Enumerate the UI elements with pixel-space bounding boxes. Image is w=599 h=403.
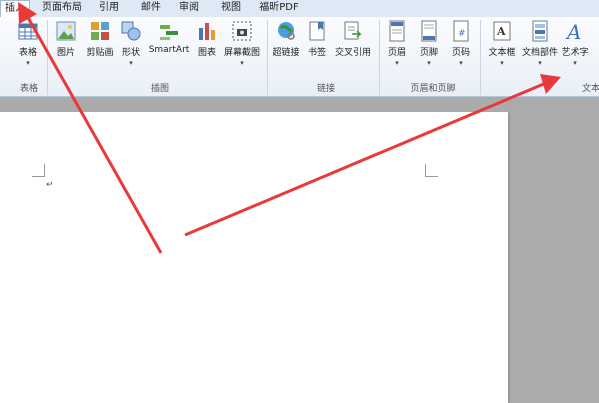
tab-foxit-pdf[interactable]: 福昕PDF xyxy=(256,0,302,17)
page-number-button-label: 页码 xyxy=(451,48,470,58)
wordart-button[interactable]: A 艺术字 ▾ xyxy=(560,20,590,67)
header-button[interactable]: 页眉 ▾ xyxy=(384,20,410,67)
group-label-header-footer: 页眉和页脚 xyxy=(410,84,456,94)
screenshot-button[interactable]: 屏幕截图 ▾ xyxy=(222,20,262,67)
margin-corner-top-left xyxy=(32,164,45,177)
group-separator xyxy=(47,20,48,95)
wordart-icon: A xyxy=(564,20,586,44)
picture-icon xyxy=(55,20,77,42)
quick-parts-button[interactable]: 文档部件 ▾ xyxy=(520,20,560,67)
tab-mailings[interactable]: 邮件 xyxy=(138,0,164,17)
picture-button-label: 图片 xyxy=(56,48,75,58)
group-label-tables: 表格 xyxy=(19,84,38,94)
group-separator xyxy=(480,20,481,95)
footer-button[interactable]: 页脚 ▾ xyxy=(416,20,442,67)
shapes-icon xyxy=(120,20,142,42)
chevron-down-icon: ▾ xyxy=(395,59,399,67)
text-box-button[interactable]: A 文本框 ▾ xyxy=(485,20,519,67)
group-label-illustrations: 插图 xyxy=(150,84,169,94)
svg-text:A: A xyxy=(496,25,506,38)
bookmark-icon xyxy=(306,20,328,42)
group-separator xyxy=(379,20,380,95)
clip-art-button-label: 剪贴画 xyxy=(86,48,114,58)
bar-chart-icon xyxy=(196,20,218,42)
clip-art-icon xyxy=(89,20,111,42)
header-button-label: 页眉 xyxy=(387,48,406,58)
bookmark-button[interactable]: 书签 xyxy=(304,20,330,58)
margin-corner-top-right xyxy=(425,164,438,177)
picture-button[interactable]: 图片 xyxy=(52,20,80,58)
screenshot-icon xyxy=(231,20,253,42)
smartart-button-label: SmartArt xyxy=(148,45,190,55)
cross-reference-button-label: 交叉引用 xyxy=(334,48,371,58)
chevron-down-icon: ▾ xyxy=(129,59,133,67)
tab-review[interactable]: 审阅 xyxy=(176,0,202,17)
page-number-icon: # xyxy=(450,20,472,42)
svg-text:#: # xyxy=(458,29,466,39)
chevron-down-icon: ▾ xyxy=(459,59,463,67)
smartart-icon xyxy=(158,20,180,42)
shapes-button[interactable]: 形状 ▾ xyxy=(118,20,144,67)
cross-reference-icon xyxy=(342,20,364,42)
clip-art-button[interactable]: 剪贴画 xyxy=(84,20,116,58)
cross-reference-button[interactable]: 交叉引用 xyxy=(332,20,374,58)
wordart-button-label: 艺术字 xyxy=(561,48,589,58)
table-button-label: 表格 xyxy=(18,48,37,58)
bookmark-button-label: 书签 xyxy=(307,48,326,58)
smartart-button[interactable]: SmartArt xyxy=(148,20,190,55)
ribbon-tab-bar: 插入 页面布局 引用 邮件 审阅 视图 福昕PDF xyxy=(0,0,599,18)
group-separator xyxy=(267,20,268,95)
group-label-text: 文本 xyxy=(581,84,599,94)
chevron-down-icon: ▾ xyxy=(500,59,504,67)
tab-references[interactable]: 引用 xyxy=(96,0,122,17)
globe-link-icon xyxy=(275,20,297,42)
svg-text:A: A xyxy=(565,20,581,42)
tab-insert[interactable]: 插入 xyxy=(0,0,30,18)
tab-page-layout[interactable]: 页面布局 xyxy=(38,0,86,17)
shapes-button-label: 形状 xyxy=(121,48,140,58)
tab-view[interactable]: 视图 xyxy=(218,0,244,17)
header-icon xyxy=(386,20,408,42)
group-label-links: 链接 xyxy=(316,84,335,94)
paragraph-mark: ↵ xyxy=(46,180,54,190)
table-icon xyxy=(17,20,39,42)
text-box-button-label: 文本框 xyxy=(488,48,516,58)
chevron-down-icon: ▾ xyxy=(26,59,30,67)
table-button[interactable]: 表格 ▾ xyxy=(14,20,42,67)
ribbon-panel: 表格 ▾ 图片 剪贴画 形状 ▾ SmartArt 图表 屏幕截图 ▾ 超链接 … xyxy=(0,17,599,97)
hyperlink-button[interactable]: 超链接 xyxy=(270,20,302,58)
chevron-down-icon: ▾ xyxy=(573,59,577,67)
chevron-down-icon: ▾ xyxy=(538,59,542,67)
hyperlink-button-label: 超链接 xyxy=(272,48,300,58)
quick-parts-button-label: 文档部件 xyxy=(521,48,558,58)
document-page[interactable]: ↵ xyxy=(0,112,508,403)
page-number-button[interactable]: # 页码 ▾ xyxy=(448,20,474,67)
chart-button[interactable]: 图表 xyxy=(194,20,220,58)
quick-parts-icon xyxy=(529,20,551,42)
footer-icon xyxy=(418,20,440,42)
chart-button-label: 图表 xyxy=(197,48,216,58)
chevron-down-icon: ▾ xyxy=(240,59,244,67)
footer-button-label: 页脚 xyxy=(419,48,438,58)
text-box-icon: A xyxy=(491,20,513,42)
chevron-down-icon: ▾ xyxy=(427,59,431,67)
screenshot-button-label: 屏幕截图 xyxy=(223,48,260,58)
